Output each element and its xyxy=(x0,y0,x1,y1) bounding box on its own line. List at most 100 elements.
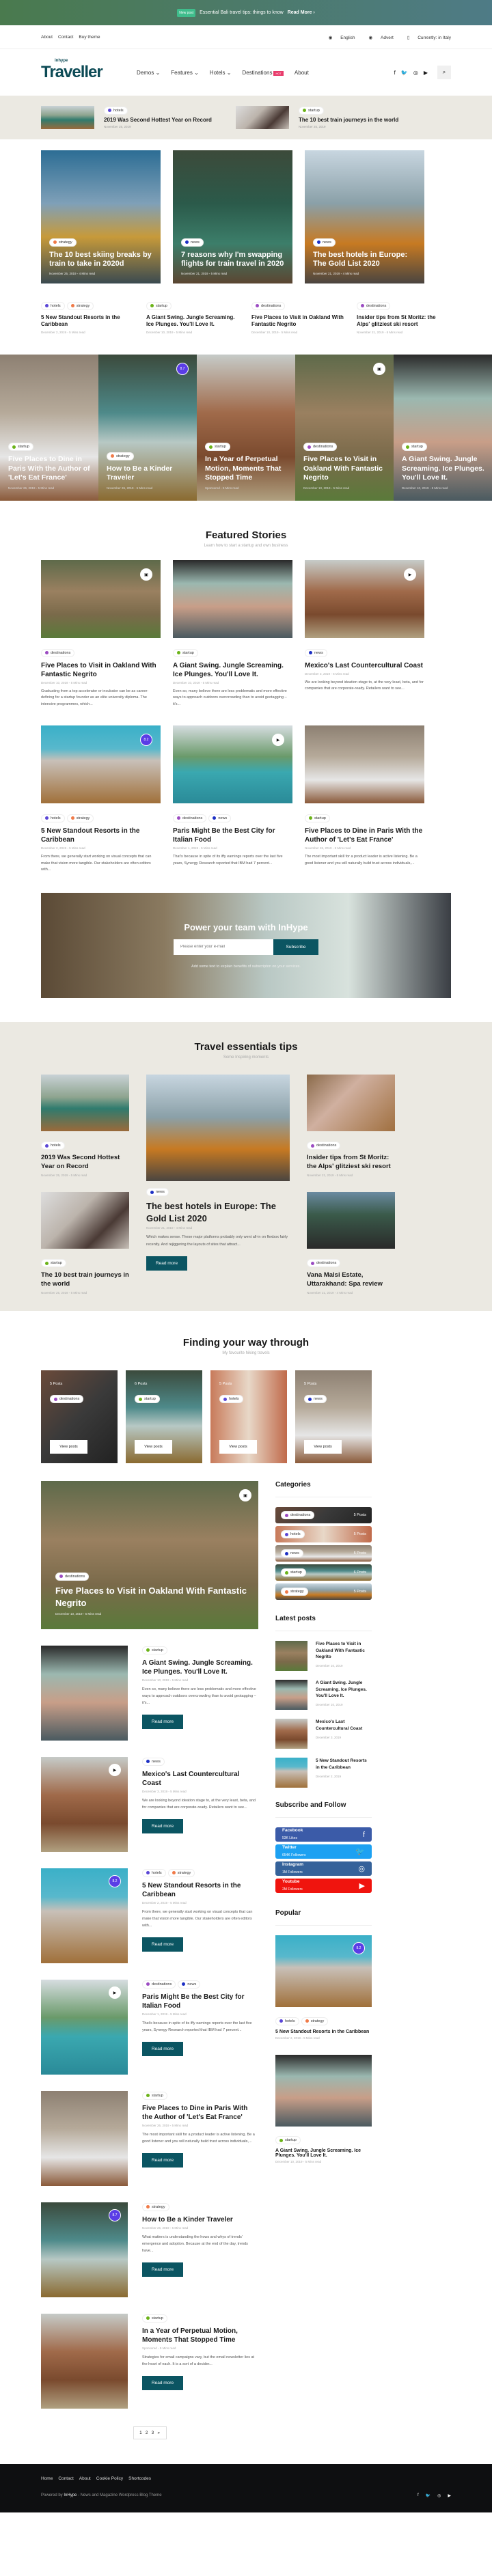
menu-item-features[interactable]: Features ⌄ xyxy=(171,70,199,76)
social-follow-facebook[interactable]: Facebook 53K Likes f xyxy=(275,1827,372,1842)
page-link[interactable]: 3 xyxy=(152,2431,154,2435)
site-logo[interactable]: inhype Traveller xyxy=(41,59,137,82)
featured-post[interactable]: ▶ news Mexico's Last Countercultural Coast… xyxy=(305,560,424,708)
post-thumbnail[interactable] xyxy=(275,1680,308,1711)
category-pill[interactable]: startup xyxy=(146,301,172,310)
post-image[interactable] xyxy=(41,2091,128,2187)
category-pill[interactable]: news xyxy=(178,1980,201,1989)
post-card[interactable]: destinations Five Places to Visit in Oakl… xyxy=(251,301,344,334)
menu-item-demos[interactable]: Demos ⌄ xyxy=(137,70,160,76)
post-title[interactable]: Paris Might Be the Best City for Italian… xyxy=(173,827,292,844)
category-pill[interactable]: destinations xyxy=(41,648,75,657)
category-pill[interactable]: news xyxy=(304,1395,327,1404)
category-pill[interactable]: startup xyxy=(305,814,330,822)
post-image[interactable] xyxy=(41,1074,129,1131)
featured-post[interactable]: startup A Giant Swing. Jungle Screaming. … xyxy=(173,560,292,708)
essentials-post[interactable]: startup The 10 best train journeys in the… xyxy=(41,1191,129,1294)
post-image[interactable]: ▶ xyxy=(41,1980,128,2075)
post-title[interactable]: The best hotels in Europe: The Gold List… xyxy=(313,251,416,270)
category-pill[interactable]: news xyxy=(313,238,336,247)
category-pill[interactable]: destinations xyxy=(281,1511,315,1520)
featured-post[interactable]: ▣ destinations Five Places to Visit in Oak… xyxy=(41,560,161,708)
category-row[interactable]: news 5 Posts xyxy=(275,1545,372,1562)
util-link-contact[interactable]: Contact xyxy=(58,35,73,40)
post-image[interactable] xyxy=(307,1191,395,1249)
latest-post[interactable]: Mexico's Last Countercultural Coast Decem… xyxy=(275,1719,372,1749)
read-more-link[interactable]: Read More › xyxy=(288,10,315,15)
menu-item-hotels[interactable]: Hotels ⌄ xyxy=(210,70,232,76)
post-title[interactable]: Five Places to Dine in Paris With the Au… xyxy=(305,827,424,844)
search-button[interactable]: ⌕ xyxy=(437,66,451,79)
post-image[interactable] xyxy=(41,2314,128,2409)
category-pill[interactable]: strategy xyxy=(281,1588,308,1596)
email-input[interactable] xyxy=(174,939,273,955)
post-card[interactable]: startup A Giant Swing. Jungle Screaming. … xyxy=(146,301,238,334)
view-posts-button[interactable]: View posts xyxy=(304,1440,342,1454)
category-pill[interactable]: hotels xyxy=(41,301,65,310)
category-pill[interactable]: news xyxy=(305,648,327,657)
facebook-icon[interactable]: f xyxy=(394,70,396,76)
post-title[interactable]: 5 New Standout Resorts in the Caribbean xyxy=(142,1881,258,1899)
category-pill[interactable]: startup xyxy=(275,2136,301,2145)
subscribe-button[interactable]: Subscribe xyxy=(273,939,318,955)
post-thumbnail[interactable] xyxy=(275,1719,308,1749)
category-row[interactable]: strategy 5 Posts xyxy=(275,1583,372,1601)
read-more-button[interactable]: Read more xyxy=(142,2375,183,2390)
slider-post[interactable]: startup In a Year of Perpetual Motion, Mo… xyxy=(197,355,295,501)
post-title[interactable]: Mexico's Last Countercultural Coast xyxy=(142,1770,258,1788)
category-pill[interactable]: hotels xyxy=(219,1395,243,1404)
category-row[interactable]: destinations 5 Posts xyxy=(275,1507,372,1524)
view-posts-button[interactable]: View posts xyxy=(219,1440,257,1454)
post-title[interactable]: A Giant Swing. Jungle Screaming. Ice Plu… xyxy=(402,455,487,483)
category-pill[interactable]: startup xyxy=(402,443,427,452)
post-image[interactable]: ▶ xyxy=(41,1757,128,1853)
category-pill[interactable]: strategy xyxy=(107,452,134,460)
category-pill[interactable]: strategy xyxy=(301,2017,329,2025)
category-pill[interactable]: destinations xyxy=(251,301,286,310)
footer-link-contact[interactable]: Contact xyxy=(58,2476,73,2481)
instagram-icon[interactable]: ◎ xyxy=(413,70,418,76)
post-title[interactable]: The 10 best skiing breaks by train to ta… xyxy=(49,251,152,270)
read-more-button[interactable]: Read more xyxy=(142,2041,183,2056)
post-title[interactable]: How to Be a Kinder Traveler xyxy=(142,2215,258,2224)
post-title[interactable]: Five Places to Visit in Oakland With Fan… xyxy=(316,1641,372,1660)
announcement-text[interactable]: Essential Bali travel tips: things to kn… xyxy=(200,10,284,15)
post-title[interactable]: A Giant Swing. Jungle Screaming. Ice Plu… xyxy=(316,1680,372,1699)
post-title[interactable]: A Giant Swing. Jungle Screaming. Ice Plu… xyxy=(173,661,292,679)
footer-link-cookie-policy[interactable]: Cookie Policy xyxy=(96,2476,123,2481)
footer-link-about[interactable]: About xyxy=(79,2476,91,2481)
category-pill[interactable]: startup xyxy=(173,648,198,657)
category-pill[interactable]: startup xyxy=(205,443,230,452)
ticker-post[interactable]: startup The 10 best train journeys in the… xyxy=(236,106,430,129)
post-title[interactable]: 5 New Standout Resorts in the Caribbean xyxy=(41,827,161,844)
post-image[interactable] xyxy=(146,1074,290,1181)
page-link[interactable]: » xyxy=(157,2431,159,2435)
post-image[interactable] xyxy=(305,725,424,804)
read-more-button[interactable]: Read more xyxy=(142,1818,183,1833)
category-pill[interactable]: destinations xyxy=(173,814,207,822)
post-title[interactable]: The 10 best train journeys in the world xyxy=(41,1271,129,1289)
category-pill[interactable]: strategy xyxy=(66,301,94,310)
post-image[interactable] xyxy=(173,560,292,639)
brand-link[interactable]: InHype xyxy=(64,2493,77,2497)
read-more-button[interactable]: Read more xyxy=(142,1715,183,1730)
category-row[interactable]: startup 6 Posts xyxy=(275,1564,372,1581)
util-link-buy-theme[interactable]: Buy theme xyxy=(79,35,100,40)
popular-post[interactable]: 8.2 hotels strategy 5 New Standout Resorts … xyxy=(275,1935,372,2040)
instagram-icon[interactable]: ◎ xyxy=(437,2493,441,2498)
post-image[interactable]: 8.2 xyxy=(41,1868,128,1964)
footer-link-home[interactable]: Home xyxy=(41,2476,53,2481)
category-pill[interactable]: news xyxy=(281,1549,303,1558)
category-pill[interactable]: strategy xyxy=(167,1868,195,1877)
category-pill[interactable]: destinations xyxy=(55,1572,90,1581)
category-card[interactable]: 5 Posts news View posts xyxy=(295,1370,372,1464)
category-pill[interactable]: strategy xyxy=(66,814,94,822)
post-title[interactable]: Mexico's Last Countercultural Coast xyxy=(305,661,424,670)
youtube-icon[interactable]: ▶ xyxy=(424,70,428,76)
featured-big-post[interactable]: ▣ destinations Five Places to Visit in O… xyxy=(41,1481,258,1630)
twitter-icon[interactable]: 🐦 xyxy=(426,2493,430,2498)
post-card[interactable]: hotels strategy 5 New Standout Resorts in … xyxy=(41,301,133,334)
post-title[interactable]: Five Places to Dine in Paris With the Au… xyxy=(8,455,93,483)
slider-post[interactable]: startup A Giant Swing. Jungle Screaming. … xyxy=(394,355,492,501)
category-pill[interactable]: news xyxy=(181,238,204,247)
